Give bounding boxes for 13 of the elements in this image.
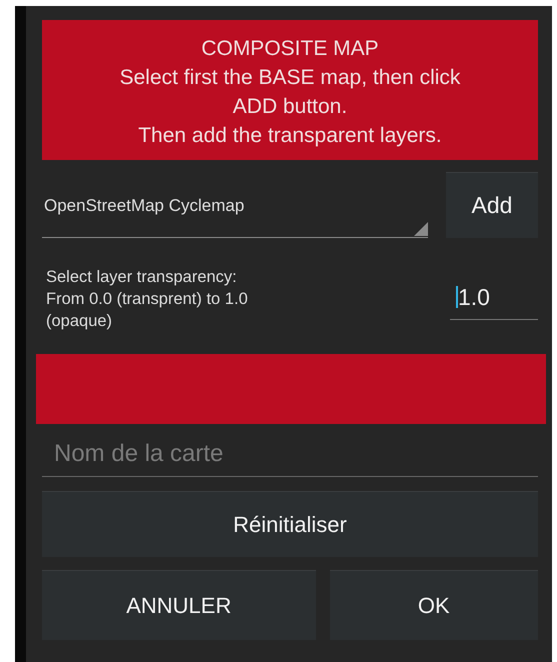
map-dropdown[interactable]: OpenStreetMap Cyclemap xyxy=(42,174,428,238)
transparency-field[interactable]: 1.0 xyxy=(450,278,538,320)
dropdown-icon xyxy=(414,222,428,236)
dialog-button[interactable]: ANNULER xyxy=(42,570,316,640)
name-field[interactable]: Nom de la carte xyxy=(42,430,538,477)
add-button[interactable]: Add xyxy=(446,172,538,238)
header-text: ADD button. xyxy=(232,94,348,120)
header-text: Then add the transparent layers. xyxy=(137,123,443,149)
header-text: Select first the BASE map, then click xyxy=(118,65,462,91)
transparency-label: Select layer transparency: From 0.0 (transprent) to 1.0 (opaque) xyxy=(45,267,249,332)
reset-button[interactable]: Réinitialiser xyxy=(42,491,538,557)
dialog-button[interactable]: OK xyxy=(330,570,538,640)
header-title: COMPOSITE MAP xyxy=(200,36,380,62)
